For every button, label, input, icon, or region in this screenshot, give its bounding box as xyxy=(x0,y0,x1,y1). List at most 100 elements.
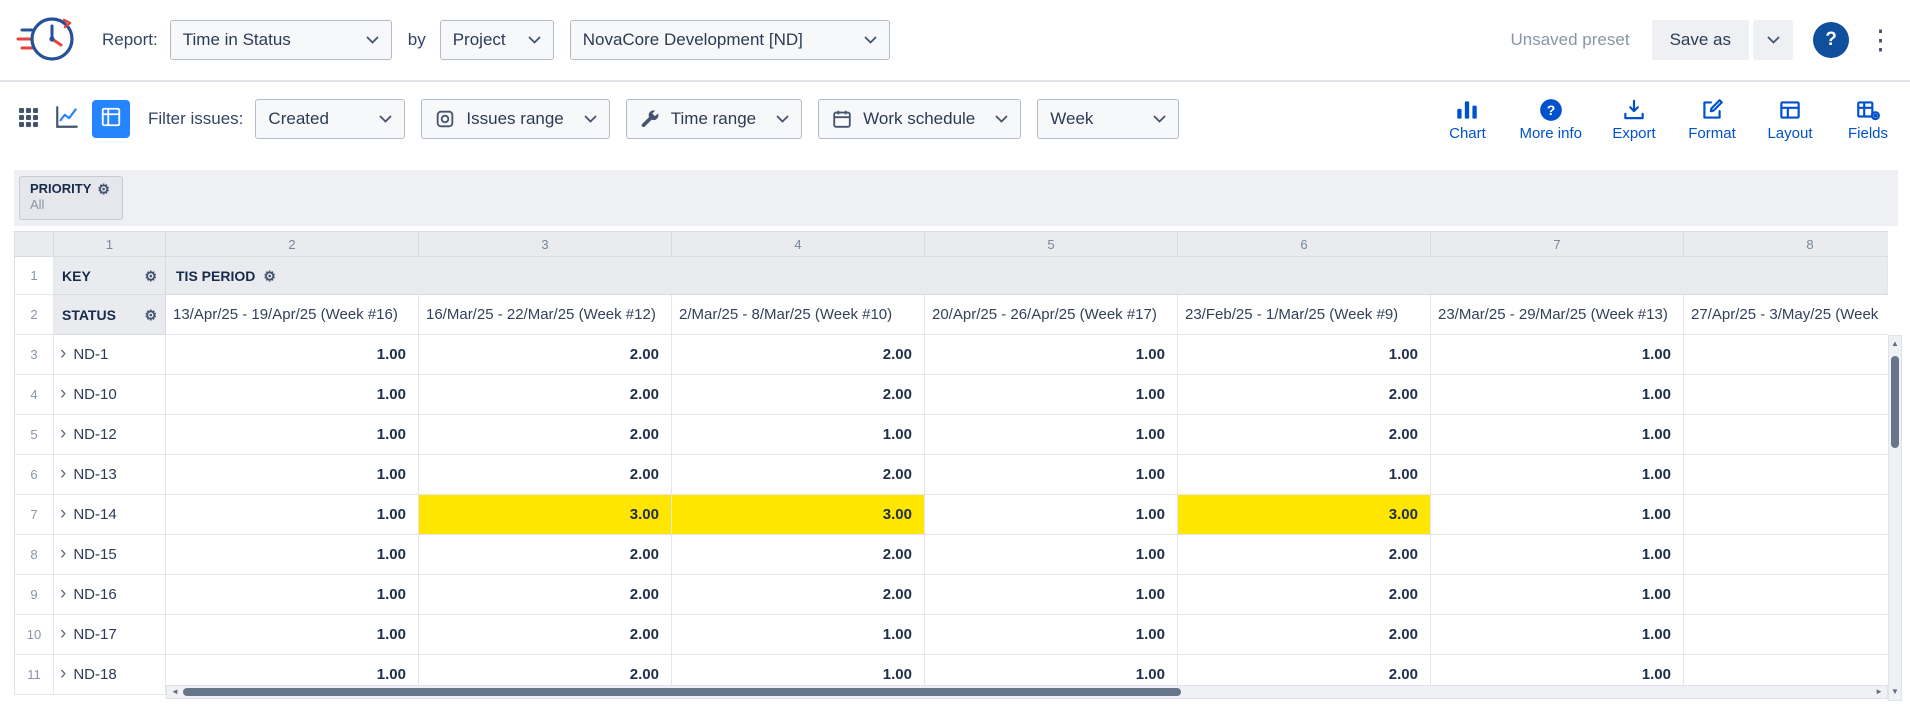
scroll-up-arrow-icon[interactable]: ▲ xyxy=(1891,340,1899,348)
issue-key: ND-17 xyxy=(73,626,116,643)
table-row: 6›ND-131.002.002.001.001.001.00 xyxy=(14,455,1888,495)
value-cell: 1.00 xyxy=(1178,455,1431,495)
issue-key-cell[interactable]: ›ND-1 xyxy=(54,335,166,375)
issue-key: ND-10 xyxy=(73,386,116,403)
project-select[interactable]: NovaCore Development [ND] xyxy=(570,20,890,60)
issues-range-button[interactable]: Issues range xyxy=(421,99,609,139)
overflow-menu-button[interactable]: ⋮ xyxy=(1867,27,1894,54)
fields-icon xyxy=(1855,96,1881,123)
row-number: 4 xyxy=(14,375,54,415)
priority-value: All xyxy=(30,197,112,212)
value-cell: 2.00 xyxy=(419,455,672,495)
project-value: NovaCore Development [ND] xyxy=(583,30,854,50)
value-cell: 1.00 xyxy=(166,335,419,375)
value-cell xyxy=(1684,375,1888,415)
row-number: 9 xyxy=(14,575,54,615)
gear-icon[interactable]: ⚙ xyxy=(144,269,157,283)
value-cell: 1.00 xyxy=(1431,615,1684,655)
work-schedule-button[interactable]: Work schedule xyxy=(818,99,1021,139)
chart-view-button[interactable] xyxy=(54,104,80,135)
column-numbers-row: 12345678 xyxy=(14,231,1888,257)
table-row: 4›ND-101.002.002.001.002.001.00 xyxy=(14,375,1888,415)
report-type-select[interactable]: Time in Status xyxy=(170,20,392,60)
wrench-icon xyxy=(639,108,661,130)
expand-chevron-icon[interactable]: › xyxy=(60,344,66,363)
expand-chevron-icon[interactable]: › xyxy=(60,384,66,403)
expand-chevron-icon[interactable]: › xyxy=(60,544,66,563)
app-logo[interactable] xyxy=(14,11,80,69)
gear-icon[interactable]: ⚙ xyxy=(263,269,276,283)
value-cell: 1.00 xyxy=(925,335,1178,375)
action-more-info[interactable]: ?More info xyxy=(1519,96,1582,142)
issue-key-cell[interactable]: ›ND-16 xyxy=(54,575,166,615)
issue-key: ND-18 xyxy=(73,666,116,683)
clock-logo-icon xyxy=(14,11,78,69)
issue-key-cell[interactable]: › ND-10 xyxy=(54,375,166,415)
time-range-button[interactable]: Time range xyxy=(626,99,802,139)
value-cell: 2.00 xyxy=(672,455,925,495)
value-cell xyxy=(1684,615,1888,655)
save-as-dropdown-button[interactable] xyxy=(1753,20,1793,60)
expand-chevron-icon[interactable]: › xyxy=(60,664,66,683)
action-export[interactable]: Export xyxy=(1608,96,1660,142)
table-row: 9›ND-161.002.002.001.002.001.00 xyxy=(14,575,1888,615)
scroll-left-arrow-icon[interactable]: ◄ xyxy=(171,688,179,696)
gear-icon[interactable]: ⚙ xyxy=(144,308,157,322)
edit-icon xyxy=(1699,96,1725,123)
value-cell: 1.00 xyxy=(166,495,419,535)
expand-chevron-icon[interactable]: › xyxy=(60,584,66,603)
issue-key-cell[interactable]: › ND-18 xyxy=(54,655,166,695)
pivot-grid: 123456781KEY⚙TIS PERIOD⚙2STATUS⚙13/Apr/2… xyxy=(14,231,1888,695)
column-number: 7 xyxy=(1431,231,1684,257)
expand-chevron-icon[interactable]: › xyxy=(60,504,66,523)
save-as-button[interactable]: Save as xyxy=(1652,20,1749,60)
gear-icon[interactable]: ⚙ xyxy=(97,182,110,196)
scroll-down-arrow-icon[interactable]: ▼ xyxy=(1891,688,1899,696)
help-icon: ? xyxy=(1825,29,1837,51)
value-cell: 1.00 xyxy=(1431,455,1684,495)
grid-view-button[interactable] xyxy=(16,105,40,134)
value-cell xyxy=(1684,335,1888,375)
expand-chevron-icon[interactable]: › xyxy=(60,624,66,643)
expand-chevron-icon[interactable]: › xyxy=(60,464,66,483)
value-cell: 1.00 xyxy=(166,535,419,575)
key-header-row: 1KEY⚙TIS PERIOD⚙ xyxy=(14,257,1888,295)
value-cell: 2.00 xyxy=(419,615,672,655)
group-by-select[interactable]: Project xyxy=(440,20,554,60)
issue-key-cell[interactable]: ›ND-14 xyxy=(54,495,166,535)
vertical-scrollbar[interactable]: ▲ ▼ xyxy=(1888,335,1902,701)
vertical-scroll-thumb[interactable] xyxy=(1891,356,1899,448)
filter-field-select[interactable]: Created xyxy=(255,99,405,139)
chevron-down-icon xyxy=(776,115,789,123)
chevron-down-icon xyxy=(995,115,1008,123)
issue-key-cell[interactable]: ›ND-12 xyxy=(54,415,166,455)
horizontal-scroll-thumb[interactable] xyxy=(183,688,1181,696)
action-layout[interactable]: Layout xyxy=(1764,96,1816,142)
value-cell: 1.00 xyxy=(166,575,419,615)
action-chart[interactable]: Chart xyxy=(1441,96,1493,142)
value-cell: 1.00 xyxy=(925,535,1178,575)
issue-key-cell[interactable]: ›ND-15 xyxy=(54,535,166,575)
expand-chevron-icon[interactable]: › xyxy=(60,424,66,443)
chevron-down-icon xyxy=(528,36,541,44)
chevron-down-icon xyxy=(864,36,877,44)
priority-title: PRIORITY xyxy=(30,181,91,196)
period-value: Week xyxy=(1050,109,1143,129)
period-select[interactable]: Week xyxy=(1037,99,1179,139)
chevron-down-icon xyxy=(1153,115,1166,123)
action-label: Export xyxy=(1612,125,1655,142)
action-format[interactable]: Format xyxy=(1686,96,1738,142)
period-column-header: 13/Apr/25 - 19/Apr/25 (Week #16) xyxy=(166,295,419,335)
scroll-right-arrow-icon[interactable]: ► xyxy=(1875,688,1883,696)
action-fields[interactable]: Fields xyxy=(1842,96,1894,142)
horizontal-scrollbar[interactable]: ◄ ► xyxy=(166,685,1888,699)
issue-key-cell[interactable]: ›ND-13 xyxy=(54,455,166,495)
value-cell: 3.00 xyxy=(1178,495,1431,535)
issue-key-cell[interactable]: › ND-17 xyxy=(54,615,166,655)
value-cell: 2.00 xyxy=(419,535,672,575)
help-button[interactable]: ? xyxy=(1813,22,1849,58)
pivot-view-button[interactable] xyxy=(92,100,130,138)
action-label: Fields xyxy=(1848,125,1888,142)
value-cell: 2.00 xyxy=(1178,415,1431,455)
priority-panel[interactable]: PRIORITY ⚙ All xyxy=(19,176,123,220)
